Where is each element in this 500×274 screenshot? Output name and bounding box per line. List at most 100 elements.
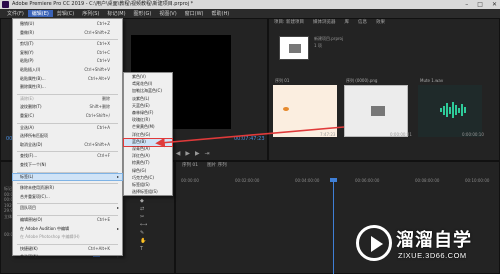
menu-file[interactable]: 文件(F): [3, 10, 28, 17]
menu-item-label: 复制(Y): [20, 49, 34, 55]
edit-menu-item[interactable]: 波纹删除(T) Shift+删除: [13, 104, 122, 111]
tab-image-sequence[interactable]: 图片 序列: [207, 162, 226, 170]
step-forward-icon[interactable]: ▶: [195, 150, 200, 157]
ripple-edit-tool-icon[interactable]: ◆: [140, 198, 149, 204]
edit-menu-item[interactable]: 清除(E) 删除: [13, 96, 122, 103]
menu-item-label: 删除属性(R)...: [20, 84, 46, 90]
label-submenu: 紫色(V) 鸢尾花色(I) 加勒比海蓝色(C) 淡紫色(L) 天蓝色(E) 森林绿色(F)…: [123, 72, 173, 196]
razor-tool-icon[interactable]: ✂: [140, 214, 149, 220]
close-button[interactable]: ✕: [492, 1, 497, 8]
edit-menu-item[interactable]: 快捷键(K) Ctrl+Alt+K: [13, 246, 122, 253]
menu-item-label: 撤销(U): [20, 21, 35, 26]
label-submenu-item[interactable]: 标签组(S): [124, 182, 172, 189]
timeline-ruler[interactable]: 00:00:00 00:02:00:00 00:04:00:00 00:06:0…: [175, 178, 500, 188]
submenu-arrow-icon: ▸: [116, 254, 119, 260]
menu-item-shortcut: Shift+删除: [89, 104, 110, 110]
label-submenu-item[interactable]: 选择标签组(S): [124, 189, 172, 196]
label-submenu-item[interactable]: 洋红色(G): [124, 132, 172, 139]
hand-tool-icon[interactable]: ✋: [140, 238, 149, 244]
label-submenu-item[interactable]: 蓝色(B): [123, 137, 173, 147]
watermark-url: ZIXUE.3D66.COM: [398, 251, 467, 260]
edit-menu-item[interactable]: 选择所有匹配项: [13, 133, 122, 140]
menu-item-label: 选择所有匹配项: [20, 133, 48, 139]
maximize-button[interactable]: □: [477, 1, 483, 8]
edit-menu-item[interactable]: 合并重复项(C)...: [13, 194, 122, 201]
ruler-label: 00:02:00:00: [235, 178, 260, 183]
folder-icon: [289, 44, 301, 53]
tab-effects[interactable]: 效果: [376, 19, 385, 27]
label-submenu-item[interactable]: 深青色(A): [124, 146, 172, 153]
menu-item-shortcut: Ctrl+V: [96, 58, 110, 64]
edit-menu-item[interactable]: 复制(Y) Ctrl+C: [13, 50, 122, 57]
edit-menu-item[interactable]: 标签(L) ▸: [12, 172, 123, 182]
menu-item-shortcut: Ctrl+F: [97, 153, 110, 159]
playhead-line[interactable]: [333, 180, 334, 274]
pen-tool-icon[interactable]: ✎: [140, 230, 149, 236]
edit-menu-item[interactable]: 重做(R) Ctrl+Shift+Z: [13, 30, 122, 37]
premiere-app-icon: [2, 1, 9, 8]
label-submenu-item[interactable]: 芒果黄色(M): [124, 124, 172, 131]
menu-help[interactable]: 帮助(H): [208, 10, 234, 17]
menu-item-shortcut: Ctrl+Alt+K: [88, 245, 110, 251]
edit-menu-item[interactable]: 粘贴插入(I) Ctrl+Shift+V: [13, 67, 122, 74]
menu-item-shortcut: Ctrl+X: [96, 41, 110, 47]
tab-info[interactable]: 信息: [358, 19, 367, 27]
edit-menu-item[interactable]: 编辑原始(O) Ctrl+E: [13, 217, 122, 224]
clip-thumbnail-sequence[interactable]: [273, 85, 337, 137]
label-submenu-item[interactable]: 巧克力色(C): [124, 175, 172, 182]
tab-project[interactable]: 项目: 新建项目: [274, 19, 304, 27]
menu-item-shortcut: Ctrl+Shift+/: [85, 113, 110, 118]
tab-libraries[interactable]: 库: [344, 19, 349, 27]
edit-menu-item[interactable]: 重复(C) Ctrl+Shift+/: [13, 113, 122, 120]
menu-clip[interactable]: 剪辑(C): [53, 10, 78, 17]
edit-menu-item[interactable]: 撤销(U) Ctrl+Z: [13, 21, 122, 28]
type-tool-icon[interactable]: T: [140, 246, 149, 252]
label-submenu-item[interactable]: 棕黄色(T): [124, 160, 172, 167]
menu-window[interactable]: 窗口(W): [181, 10, 208, 17]
edit-menu-item[interactable]: 首选项(N) ▸: [13, 254, 122, 261]
menu-separator: [17, 215, 118, 216]
menu-graphics[interactable]: 图形(G): [130, 10, 156, 17]
clip-thumbnail-audio[interactable]: [418, 85, 482, 137]
play-icon[interactable]: ▶: [185, 150, 190, 157]
clip-name-1: 序列 01: [275, 78, 290, 83]
label-submenu-item[interactable]: 绿色(G): [124, 168, 172, 175]
project-bin-thumbnail[interactable]: [279, 36, 309, 60]
menu-view[interactable]: 视图(V): [155, 10, 180, 17]
clip-thumbnail-image[interactable]: [344, 85, 408, 137]
label-submenu-item[interactable]: 紫色(V): [124, 74, 172, 81]
label-submenu-item[interactable]: 淡紫色(L): [124, 96, 172, 103]
edit-menu-item[interactable]: 粘贴属性(B)... Ctrl+Alt+V: [13, 76, 122, 83]
menu-item-label: 查找下一个(N): [20, 162, 47, 167]
tab-sequence-01[interactable]: 序列 01: [182, 162, 198, 170]
edit-menu-item[interactable]: 粘贴(P) Ctrl+V: [13, 58, 122, 65]
menu-item-label: 查找(F)...: [20, 153, 38, 159]
minimize-button[interactable]: –: [465, 1, 468, 8]
label-submenu-item[interactable]: 天蓝色(E): [124, 103, 172, 110]
tab-media-browser[interactable]: 媒体浏览器: [313, 19, 336, 27]
edit-menu-item[interactable]: 删除属性(R)...: [13, 84, 122, 91]
window-title-bar: Adobe Premiere Pro CC 2019 - C:\用户\桌面\教程…: [0, 0, 500, 9]
edit-menu-item[interactable]: 取消全选(D) Ctrl+Shift+A: [13, 142, 122, 149]
menu-marker[interactable]: 标记(M): [103, 10, 129, 17]
rolling-edit-tool-icon[interactable]: ⇄: [140, 206, 149, 212]
label-submenu-item[interactable]: 森林绿色(F): [124, 110, 172, 117]
edit-menu-item[interactable]: 查找(F)... Ctrl+F: [13, 153, 122, 160]
edit-menu-item[interactable]: 查找下一个(N): [13, 162, 122, 169]
edit-menu-item[interactable]: 移除未使用资源(R): [13, 185, 122, 192]
clip-name-3: Mute 1.wav: [420, 78, 444, 83]
edit-menu-item[interactable]: 在 Adobe Photoshop 中编辑(H): [13, 234, 122, 241]
clip-duration-1: 7:47:23: [320, 132, 336, 137]
edit-menu-item[interactable]: 团队项目 ▸: [13, 205, 122, 212]
slip-tool-icon[interactable]: ⟷: [140, 222, 149, 228]
menu-item-label: 团队项目: [20, 205, 36, 211]
edit-menu-item[interactable]: 全选(A) Ctrl+A: [13, 125, 122, 132]
label-submenu-item[interactable]: 加勒比海蓝色(C): [124, 88, 172, 95]
menu-item-label: 重做(R): [20, 29, 34, 35]
edit-menu-item[interactable]: 在 Adobe Audition 中编辑 ▸: [13, 226, 122, 233]
menu-edit[interactable]: 编辑(E): [27, 10, 53, 17]
step-back-icon[interactable]: ◀: [176, 150, 181, 157]
go-to-out-icon[interactable]: ⇥: [205, 150, 210, 157]
menu-sequence[interactable]: 序列(S): [78, 10, 103, 17]
edit-menu-item[interactable]: 剪切(T) Ctrl+X: [13, 41, 122, 48]
